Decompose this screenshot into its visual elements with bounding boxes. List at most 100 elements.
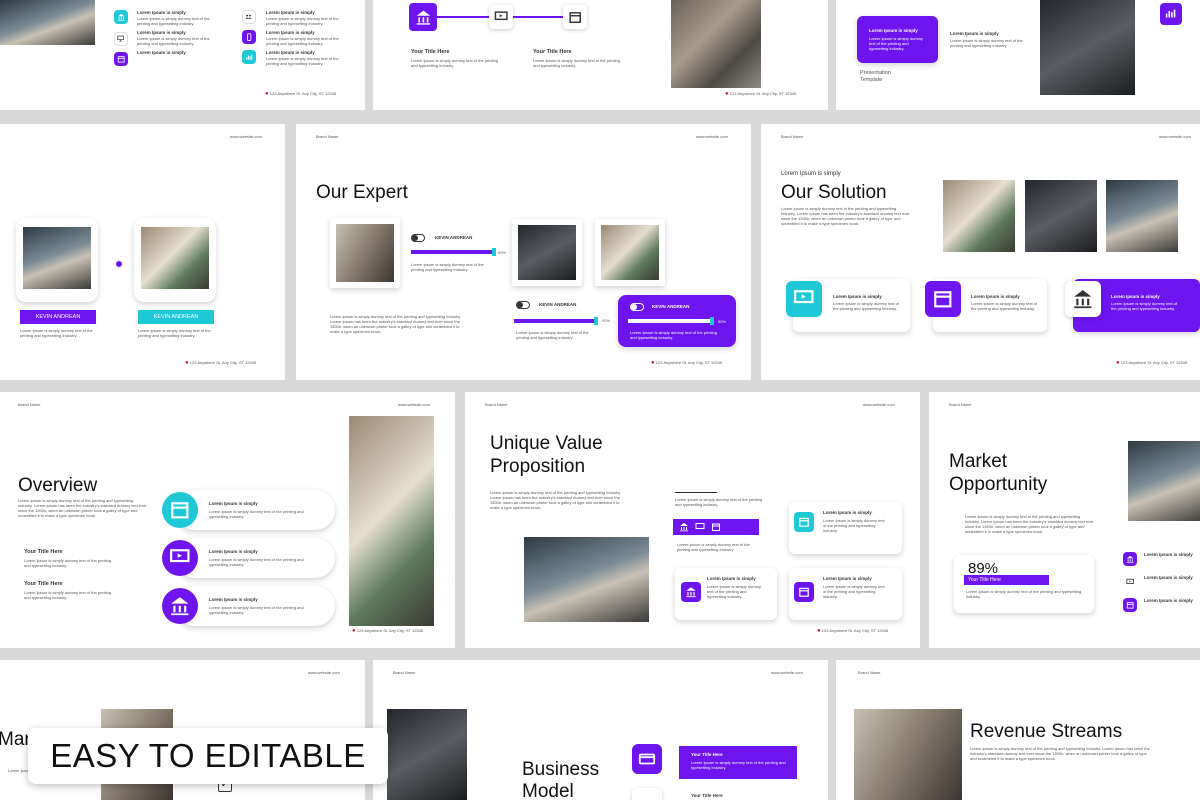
expert-text: Lorem Ipsum is simply dummy text of the … xyxy=(630,330,717,340)
uvp-card[interactable]: Lorem Ipsum is simply Lorem Ipsum is sim… xyxy=(675,568,777,620)
card-text: Lorem Ipsum is simply dummy text of the … xyxy=(1111,301,1178,311)
slide-top-middle[interactable]: Your Title Here Lorem Ipsum is simply du… xyxy=(373,0,828,110)
laptop-photo xyxy=(1106,180,1178,252)
slide-top-left[interactable]: Lorem Ipsum is simply Lorem Ipsum is sim… xyxy=(0,0,365,110)
bank-icon xyxy=(162,588,198,624)
profile-text: Lorem Ipsum is simply dummy text of the … xyxy=(20,328,93,338)
uvp-card[interactable]: Lorem Ipsum is simply Lorem Ipsum is sim… xyxy=(789,502,902,554)
skill-bar xyxy=(628,317,714,325)
card-title: Lorem Ipsum is simply xyxy=(823,576,872,581)
page-title: Market xyxy=(949,451,1008,472)
page-title: Proposition xyxy=(490,456,586,477)
presentation-icon xyxy=(786,281,822,317)
overview-item[interactable]: Lorem Ipsum is simply Lorem Ipsum is sim… xyxy=(175,586,335,626)
profile-card[interactable] xyxy=(134,218,216,302)
presentation-icon xyxy=(114,32,128,46)
presentation-icon xyxy=(489,5,513,29)
profile-card[interactable] xyxy=(16,218,98,302)
card-title: Lorem Ipsum is simply xyxy=(707,576,756,581)
overview-item[interactable]: Lorem Ipsum is simply Lorem Ipsum is sim… xyxy=(175,538,335,578)
toggle-icon[interactable] xyxy=(516,301,530,309)
uvp-card[interactable]: Lorem Ipsum is simply Lorem Ipsum is sim… xyxy=(789,568,902,620)
address: ● 123 Anywhere St. Any City, ST 12345 xyxy=(817,628,889,634)
title-bar: Your Title Here Lorem Ipsum is simply du… xyxy=(679,746,797,779)
calendar-icon xyxy=(925,281,961,317)
slide-business-model[interactable]: Brand Name www.website.com Business Mode… xyxy=(373,660,828,800)
slide-our-solution[interactable]: Brand Name www.website.com Lorem Ipsum i… xyxy=(761,124,1200,380)
toggle-icon[interactable] xyxy=(630,303,644,311)
workspace-photo xyxy=(524,537,649,622)
item-text: Lorem Ipsum is simply dummy text of the … xyxy=(137,16,210,26)
uvp-desc: Lorem Ipsum is simply dummy text of the … xyxy=(490,490,622,510)
page-title: Revenue Streams xyxy=(970,721,1123,742)
bar-text: Lorem Ipsum is simply dummy text of the … xyxy=(691,760,786,770)
office-photo xyxy=(0,0,95,45)
brand: Brand Name xyxy=(485,402,508,407)
expert-name: KEVIN ANDREAN xyxy=(652,304,690,309)
presentation-label: Presentation xyxy=(860,70,891,76)
phone-icon xyxy=(242,30,256,44)
slide-top-right[interactable]: Lorem Ipsum is simply Lorem Ipsum is sim… xyxy=(836,0,1200,110)
skill-bar xyxy=(411,248,496,256)
subtitle-text: Lorem Ipsum is simply dummy text of the … xyxy=(24,590,111,600)
skill-pct: 90% xyxy=(718,319,727,324)
item-title: Lorem Ipsum is simply xyxy=(209,501,258,506)
website: www.website.com xyxy=(863,402,895,407)
card-text: Lorem Ipsum is simply dummy text of the … xyxy=(833,301,900,311)
address: ● 123 Anywhere St. Any City, ST 12345 xyxy=(352,628,424,634)
card-title: Lorem Ipsum is simply xyxy=(833,294,882,299)
toggle-icon[interactable] xyxy=(411,234,425,242)
expert-text: Lorem Ipsum is simply dummy text of the … xyxy=(516,330,589,340)
overview-desc: Lorem Ipsum is simply dummy text of the … xyxy=(18,498,147,518)
item-title: Lorem Ipsum is simply xyxy=(209,597,258,602)
card-title: Lorem Ipsum is simply xyxy=(869,28,918,33)
address: ● 123 Anywhere St. Any City, ST 12345 xyxy=(1116,360,1188,366)
overview-item[interactable]: Lorem Ipsum is simply Lorem Ipsum is sim… xyxy=(175,490,335,530)
card-icon xyxy=(632,744,662,774)
uvp-text: Lorem Ipsum is simply dummy text of the … xyxy=(675,497,762,507)
location-pin-icon: ● xyxy=(651,360,655,366)
solution-card[interactable]: Lorem Ipsum is simply Lorem Ipsum is sim… xyxy=(786,279,910,332)
item-title: Lorem Ipsum is simply xyxy=(1144,575,1193,580)
office-photo xyxy=(141,227,209,289)
page-title: Business xyxy=(522,759,600,780)
card-text: Lorem Ipsum is simply dummy text of the … xyxy=(869,36,924,51)
expert-highlight-card[interactable]: KEVIN ANDREAN 90% Lorem Ipsum is simply … xyxy=(618,295,736,347)
card-title: Lorem Ipsum is simply xyxy=(823,510,872,515)
bar-title: Your Title Here xyxy=(691,752,723,757)
calendar-icon xyxy=(162,492,198,528)
calendar-icon xyxy=(563,5,587,29)
card-text: Lorem Ipsum is simply dummy text of the … xyxy=(971,301,1038,311)
card-text: Lorem Ipsum is simply dummy text of the … xyxy=(823,584,885,599)
slide-overview[interactable]: Brand Name www.website.com Overview Lore… xyxy=(0,392,455,648)
profile-text: Lorem Ipsum is simply dummy text of the … xyxy=(138,328,211,338)
workspace-photo xyxy=(854,709,962,800)
stat-card[interactable]: 89% Your Title Here Lorem Ipsum is simpl… xyxy=(954,555,1094,613)
timeline-dot xyxy=(116,261,122,267)
easy-editable-banner: EASY TO EDITABLE xyxy=(28,728,388,784)
calendar-icon xyxy=(711,522,721,532)
location-pin-icon: ● xyxy=(817,628,821,634)
template-label: Template xyxy=(860,77,883,83)
expert-desc: Lorem Ipsum is simply dummy text of the … xyxy=(330,314,462,334)
item-text: Lorem Ipsum is simply dummy text of the … xyxy=(209,605,304,615)
subtitle-text: Lorem Ipsum is simply dummy text of the … xyxy=(24,558,111,568)
slide-our-expert[interactable]: Brand Name www.website.com Our Expert KE… xyxy=(296,124,751,380)
website: www.website.com xyxy=(398,402,430,407)
slide-team-left[interactable]: www.website.com KEVIN ANDREAN KEVIN ANDR… xyxy=(0,124,285,380)
page-title: Model xyxy=(522,781,574,800)
page-title: Our Solution xyxy=(781,182,887,203)
website: www.website.com xyxy=(230,134,262,139)
slide-market-opportunity[interactable]: Brand Name Market Opportunity Lorem Ipsu… xyxy=(929,392,1200,648)
solution-card[interactable]: Lorem Ipsum is simply Lorem Ipsum is sim… xyxy=(925,279,1047,332)
skill-pct: 90% xyxy=(602,318,611,323)
slide-revenue-streams[interactable]: Brand Name Revenue Streams Lorem Ipsum i… xyxy=(836,660,1200,800)
solution-card[interactable]: Lorem Ipsum is simply Lorem Ipsum is sim… xyxy=(1065,279,1200,332)
brand: Brand Name xyxy=(781,134,804,139)
presentation-icon xyxy=(695,522,705,532)
office-photo xyxy=(601,225,659,280)
brand: Brand Name xyxy=(316,134,339,139)
slide-uvp[interactable]: Brand Name www.website.com Unique Value … xyxy=(465,392,920,648)
brand: Brand Name xyxy=(949,402,972,407)
bank-icon xyxy=(114,10,128,24)
